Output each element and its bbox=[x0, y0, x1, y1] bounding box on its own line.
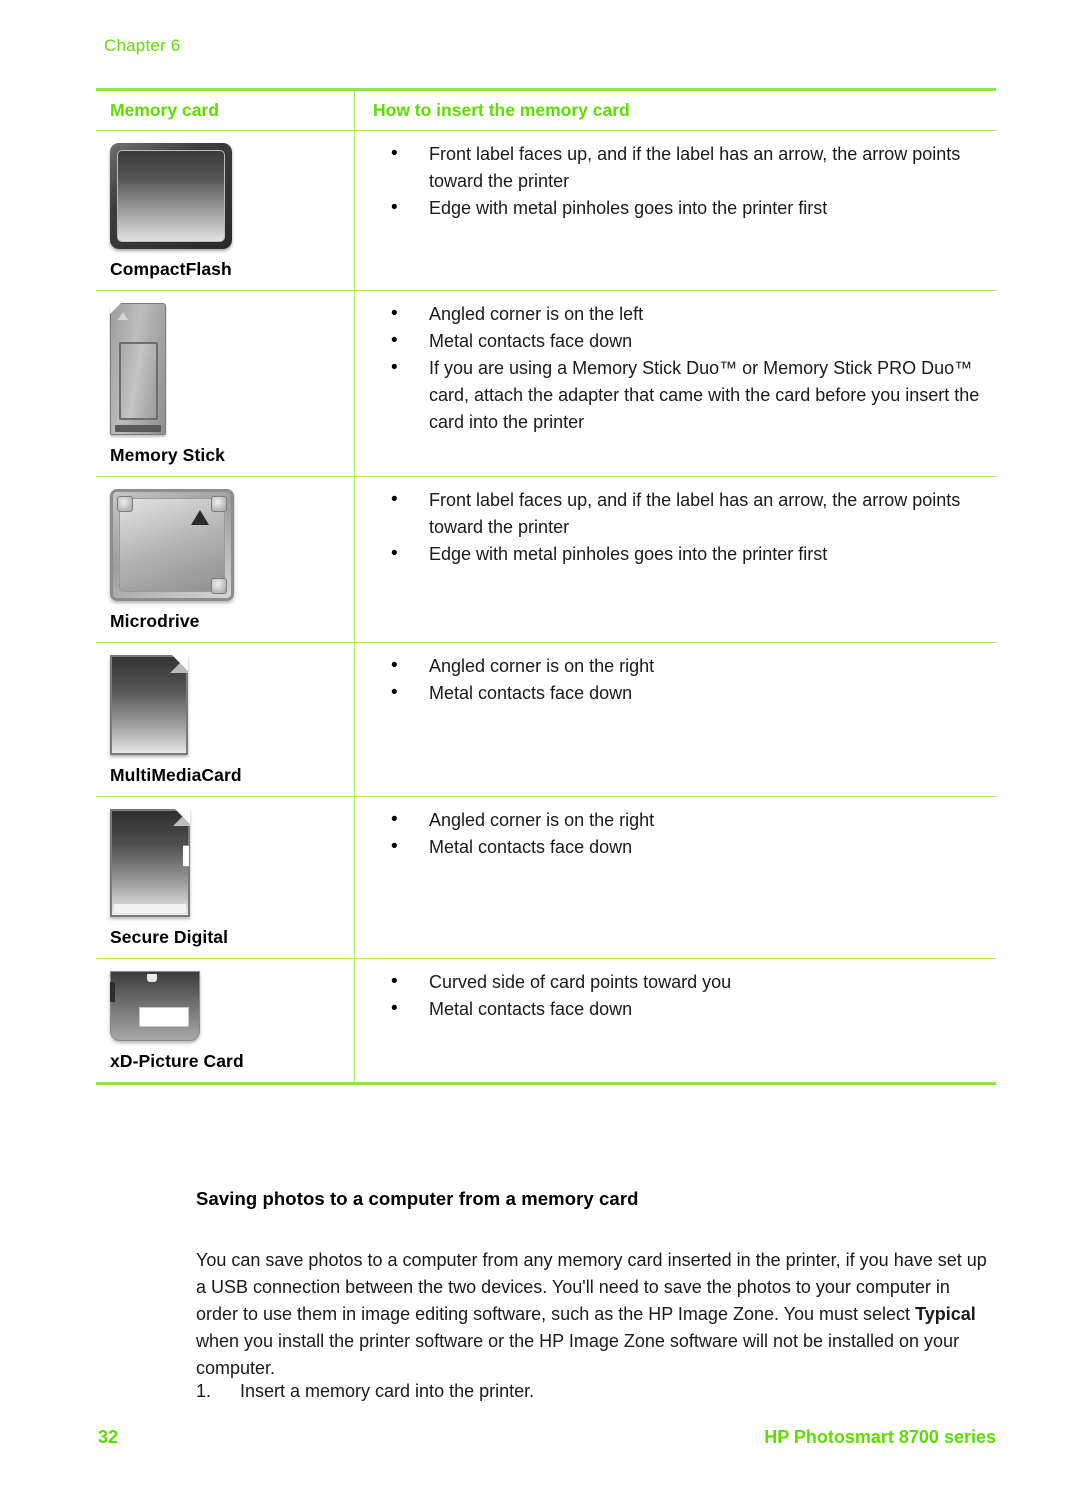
card-cell: Memory Stick bbox=[96, 290, 355, 477]
list-item: Metal contacts face down bbox=[373, 679, 986, 707]
instructions-cell: Angled corner is on the left Metal conta… bbox=[354, 290, 996, 477]
paragraph-text-after-emphasis: when you install the printer software or… bbox=[196, 1331, 960, 1378]
list-item: Front label faces up, and if the label h… bbox=[373, 486, 986, 541]
card-label: Microdrive bbox=[110, 611, 200, 631]
column-header-memory-card: Memory card bbox=[96, 88, 355, 131]
table-row: CompactFlash Front label faces up, and i… bbox=[96, 130, 996, 291]
instruction-list: Curved side of card points toward you Me… bbox=[373, 968, 986, 1023]
card-label: Memory Stick bbox=[110, 445, 225, 465]
instructions-cell: Front label faces up, and if the label h… bbox=[354, 130, 996, 291]
card-label: Secure Digital bbox=[110, 927, 229, 947]
footer-page-number: 32 bbox=[98, 1427, 119, 1447]
compactflash-card-icon bbox=[110, 143, 354, 249]
instructions-cell: Angled corner is on the right Metal cont… bbox=[354, 642, 996, 797]
card-cell: Secure Digital bbox=[96, 796, 355, 959]
card-cell: MultiMediaCard bbox=[96, 642, 355, 797]
step-number: 1. bbox=[196, 1381, 212, 1401]
numbered-step-1: 1. Insert a memory card into the printer. bbox=[196, 1378, 996, 1405]
document-page: Chapter 6 Memory card How to insert the … bbox=[0, 0, 1080, 1495]
card-label: xD-Picture Card bbox=[110, 1051, 244, 1071]
table-row: Microdrive Front label faces up, and if … bbox=[96, 476, 996, 643]
list-item: If you are using a Memory Stick Duo™ or … bbox=[373, 354, 986, 436]
table-row: Secure Digital Angled corner is on the r… bbox=[96, 796, 996, 959]
table-row: xD-Picture Card Curved side of card poin… bbox=[96, 958, 996, 1085]
instruction-list: Angled corner is on the left Metal conta… bbox=[373, 300, 986, 436]
chapter-header: Chapter 6 bbox=[104, 36, 181, 55]
memory-stick-card-icon bbox=[110, 303, 354, 435]
table-header-row: Memory card How to insert the memory car… bbox=[96, 88, 996, 131]
card-label: CompactFlash bbox=[110, 259, 232, 279]
instruction-list: Front label faces up, and if the label h… bbox=[373, 486, 986, 568]
instruction-list: Angled corner is on the right Metal cont… bbox=[373, 652, 986, 707]
instruction-list: Front label faces up, and if the label h… bbox=[373, 140, 986, 222]
list-item: Metal contacts face down bbox=[373, 833, 986, 861]
step-text: Insert a memory card into the printer. bbox=[240, 1381, 535, 1401]
list-item: Front label faces up, and if the label h… bbox=[373, 140, 986, 195]
secure-digital-card-icon bbox=[110, 809, 354, 917]
instructions-cell: Front label faces up, and if the label h… bbox=[354, 476, 996, 643]
memory-card-table: Memory card How to insert the memory car… bbox=[96, 88, 996, 1085]
list-item: Angled corner is on the right bbox=[373, 806, 986, 834]
card-cell: CompactFlash bbox=[96, 130, 355, 291]
footer-product-name: HP Photosmart 8700 series bbox=[764, 1427, 996, 1447]
card-label: MultiMediaCard bbox=[110, 765, 242, 785]
body-paragraph: You can save photos to a computer from a… bbox=[196, 1247, 996, 1382]
list-item: Angled corner is on the left bbox=[373, 300, 986, 328]
list-item: Edge with metal pinholes goes into the p… bbox=[373, 194, 986, 222]
multimediacard-icon bbox=[110, 655, 354, 755]
card-cell: xD-Picture Card bbox=[96, 958, 355, 1085]
paragraph-text-before-emphasis: You can save photos to a computer from a… bbox=[196, 1250, 987, 1324]
column-header-how-to-insert: How to insert the memory card bbox=[354, 88, 996, 131]
microdrive-card-icon bbox=[110, 489, 354, 601]
list-item: Angled corner is on the right bbox=[373, 652, 986, 680]
list-item: Edge with metal pinholes goes into the p… bbox=[373, 540, 986, 568]
instruction-list: Angled corner is on the right Metal cont… bbox=[373, 806, 986, 861]
table-row: Memory Stick Angled corner is on the lef… bbox=[96, 290, 996, 477]
card-cell: Microdrive bbox=[96, 476, 355, 643]
list-item: Curved side of card points toward you bbox=[373, 968, 986, 996]
list-item: Metal contacts face down bbox=[373, 995, 986, 1023]
instructions-cell: Angled corner is on the right Metal cont… bbox=[354, 796, 996, 959]
xd-picture-card-icon bbox=[110, 971, 354, 1041]
instructions-cell: Curved side of card points toward you Me… bbox=[354, 958, 996, 1085]
table-row: MultiMediaCard Angled corner is on the r… bbox=[96, 642, 996, 797]
section-heading: Saving photos to a computer from a memor… bbox=[196, 1188, 639, 1209]
emphasis-typical: Typical bbox=[915, 1304, 976, 1324]
list-item: Metal contacts face down bbox=[373, 327, 986, 355]
